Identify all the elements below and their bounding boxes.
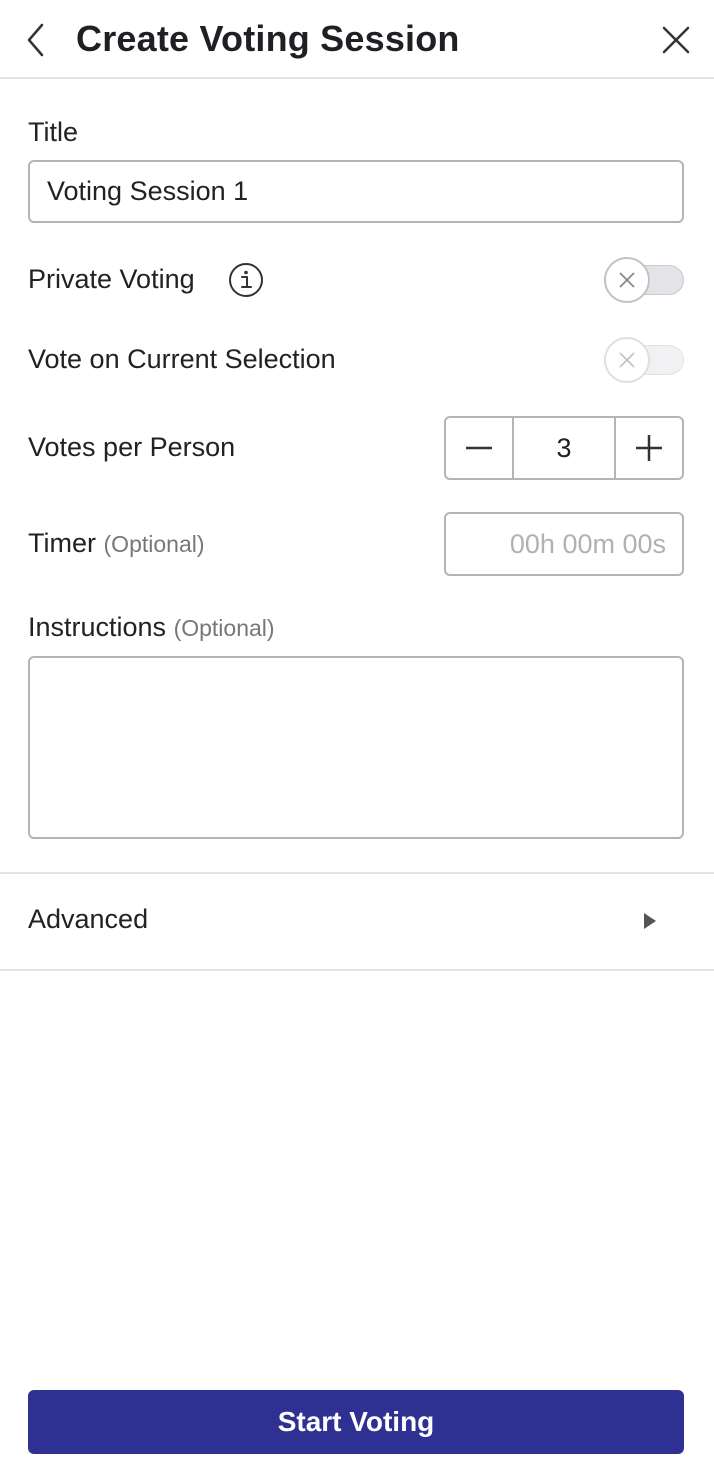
instructions-label-text: Instructions [28, 612, 167, 642]
private-voting-label: Private Voting [28, 264, 195, 294]
start-voting-button[interactable]: Start Voting [28, 1390, 684, 1454]
decrement-button[interactable] [446, 418, 512, 478]
toggle-knob [604, 337, 650, 383]
private-voting-toggle[interactable] [604, 257, 684, 303]
instructions-label: Instructions (Optional) [28, 612, 275, 643]
timer-label-text: Timer [28, 528, 96, 558]
advanced-label: Advanced [28, 904, 149, 934]
instructions-optional-text: (Optional) [173, 615, 275, 641]
instructions-textarea[interactable] [28, 656, 684, 839]
title-label: Title [28, 117, 79, 147]
page-title: Create Voting Session [76, 18, 460, 59]
toggle-knob [604, 257, 650, 303]
chevron-left-icon [27, 23, 44, 57]
current-selection-toggle[interactable] [604, 337, 684, 383]
close-icon [619, 352, 635, 368]
divider [0, 969, 714, 971]
close-button[interactable] [660, 24, 692, 56]
timer-label: Timer (Optional) [28, 528, 205, 559]
votes-value[interactable]: 3 [512, 418, 616, 478]
back-button[interactable] [22, 20, 52, 60]
header: Create Voting Session [0, 0, 714, 79]
votes-stepper: 3 [444, 416, 684, 480]
title-input[interactable] [28, 160, 684, 223]
timer-optional-text: (Optional) [103, 531, 205, 557]
timer-input[interactable] [444, 512, 684, 576]
current-selection-label: Vote on Current Selection [28, 344, 336, 374]
plus-icon [636, 435, 662, 461]
close-icon [619, 272, 635, 288]
close-icon [662, 26, 690, 54]
triangle-right-icon [644, 913, 656, 929]
minus-icon [466, 446, 492, 450]
info-icon[interactable] [228, 262, 264, 298]
advanced-section-toggle[interactable]: Advanced [0, 874, 714, 970]
increment-button[interactable] [616, 418, 682, 478]
votes-per-person-label: Votes per Person [28, 432, 236, 462]
